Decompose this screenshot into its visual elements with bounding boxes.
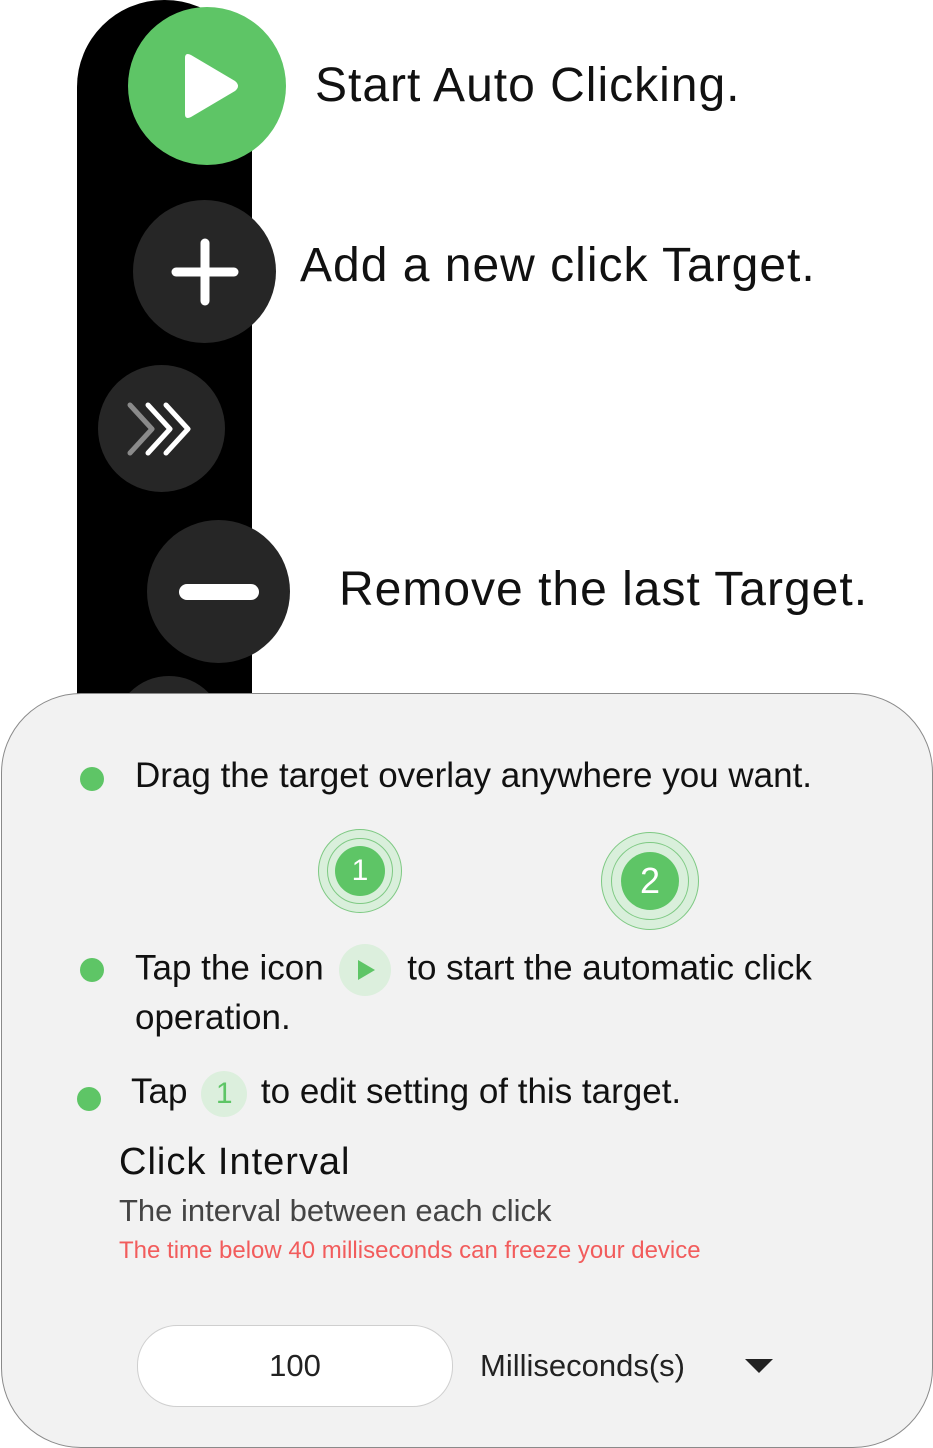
speed-button[interactable] <box>98 365 225 492</box>
instruction-tap-icon-before: Tap the icon <box>135 948 324 988</box>
bullet-dot <box>77 1087 101 1111</box>
start-button[interactable] <box>128 7 286 165</box>
click-interval-description: The interval between each click <box>119 1193 552 1228</box>
bullet-dot <box>80 767 104 791</box>
plus-icon <box>171 238 238 305</box>
instruction-drag: Drag the target overlay anywhere you wan… <box>135 756 813 795</box>
play-icon <box>185 54 238 118</box>
instruction-tap-target: Tap 1 to edit setting of this target. <box>131 1070 871 1117</box>
target-number: 1 <box>335 846 385 896</box>
minus-icon <box>178 583 259 600</box>
bullet-dot <box>80 958 104 982</box>
instruction-tap-target-before: Tap <box>131 1072 188 1111</box>
unit-dropdown-value: Milliseconds(s) <box>480 1348 685 1383</box>
play-icon <box>339 944 392 996</box>
triple-chevron-icon <box>127 402 190 455</box>
instruction-tap-icon: Tap the icon to start the automatic clic… <box>135 944 855 1040</box>
click-interval-warning: The time below 40 milliseconds can freez… <box>119 1237 701 1264</box>
click-target-1[interactable]: 1 <box>318 829 402 913</box>
start-callout: Start Auto Clicking. <box>315 59 741 112</box>
target-number: 2 <box>621 852 679 910</box>
remove-target-button[interactable] <box>147 520 290 663</box>
add-callout: Add a new click Target. <box>300 239 816 292</box>
unit-dropdown[interactable]: Milliseconds(s) <box>480 1340 780 1392</box>
instruction-tap-target-after: to edit setting of this target. <box>260 1072 682 1111</box>
target-number-badge: 1 <box>201 1070 248 1117</box>
click-interval-title: Click Interval <box>119 1141 351 1183</box>
add-target-button[interactable] <box>133 200 276 343</box>
remove-callout: Remove the last Target. <box>339 563 869 616</box>
caret-down-icon <box>745 1359 773 1373</box>
interval-input[interactable]: 100 <box>137 1325 453 1407</box>
click-target-2[interactable]: 2 <box>601 832 699 930</box>
